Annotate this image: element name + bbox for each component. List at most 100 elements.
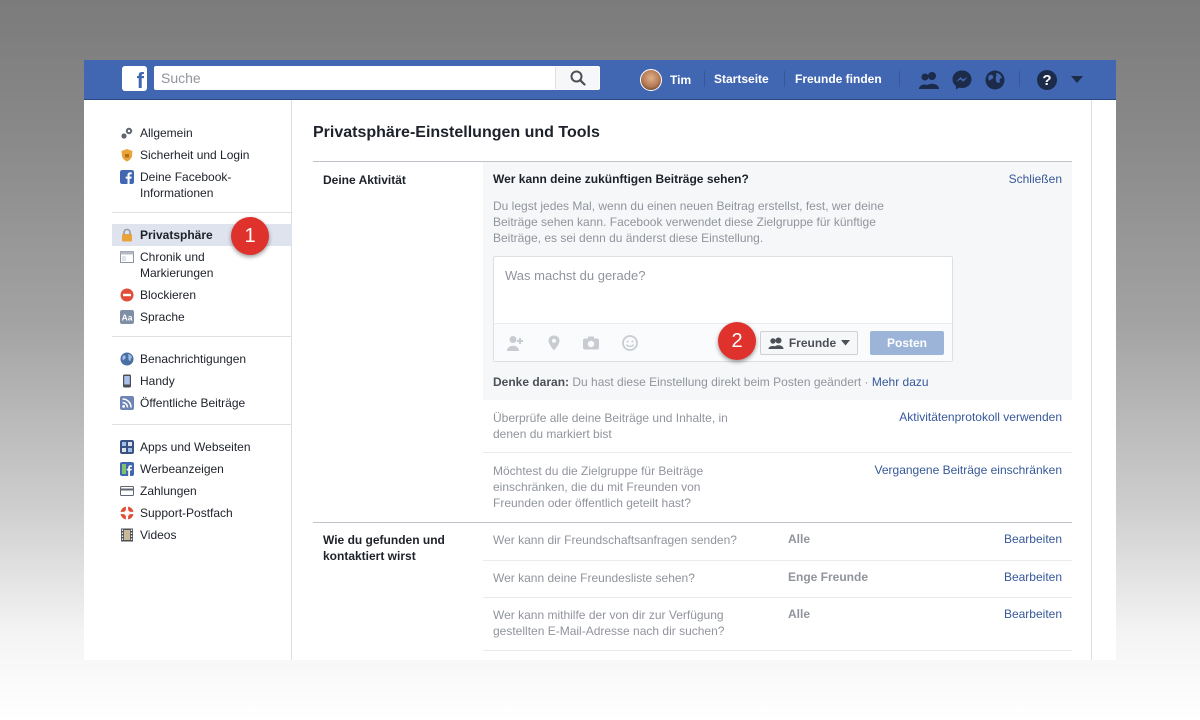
setting-row: Überprüfe alle deine Beiträge und Inhalt… — [483, 400, 1072, 452]
mobile-icon — [123, 374, 131, 388]
timeline-icon — [120, 251, 134, 263]
nav-home-link[interactable]: Startseite — [714, 72, 769, 86]
gear-icon — [121, 127, 133, 139]
setting-row-value: Enge Freunde — [788, 570, 869, 584]
post-button[interactable]: Posten — [870, 331, 944, 355]
sidebar-item-security[interactable]: Sicherheit und Login — [112, 144, 292, 166]
sidebar-divider — [112, 424, 292, 425]
sidebar-item-support-inbox[interactable]: Support-Postfach — [112, 502, 292, 524]
help-button[interactable]: ? — [1035, 68, 1059, 92]
sidebar-item-general[interactable]: Allgemein — [112, 122, 292, 144]
section-label-contact: Wie du gefunden und kontaktiert wirst — [323, 533, 445, 563]
edit-link[interactable]: Bearbeiten — [1004, 607, 1062, 621]
sidebar-item-notifications[interactable]: Benachrichtigungen — [112, 348, 292, 370]
lock-icon — [122, 228, 132, 242]
profile-link[interactable]: Tim — [640, 68, 691, 92]
sidebar-item-blocking[interactable]: Blockieren — [112, 284, 292, 306]
sidebar-item-language[interactable]: Aa Sprache — [112, 306, 292, 328]
sidebar-item-label: Zahlungen — [140, 484, 197, 498]
top-navigation-bar: f Tim Startseite Freunde finden — [84, 60, 1116, 100]
apps-icon — [120, 440, 134, 454]
tag-friends-icon[interactable] — [506, 335, 524, 351]
sidebar-item-label: Benachrichtigungen — [140, 352, 247, 366]
sidebar-item-your-information[interactable]: Deine Facebook-Informationen — [112, 166, 292, 204]
setting-row-text: Wer kann deine Freundesliste sehen? — [493, 571, 695, 585]
location-pin-icon[interactable] — [545, 335, 563, 351]
nav-divider — [1019, 71, 1020, 87]
sidebar-item-label: Sicherheit und Login — [140, 148, 250, 162]
sidebar-item-label: Werbeanzeigen — [140, 462, 224, 476]
search-icon — [570, 70, 586, 86]
audience-label: Freunde — [788, 336, 837, 350]
sidebar-item-label: Chronik und Markierungen — [140, 250, 214, 280]
sidebar-item-public-posts[interactable]: Öffentliche Beiträge — [112, 392, 292, 414]
nav-find-friends-link[interactable]: Freunde finden — [795, 72, 882, 86]
sidebar-item-ads[interactable]: Werbeanzeigen — [112, 458, 292, 480]
sidebar-group-account: Allgemein Sicherheit und Login Deine Fac… — [112, 122, 292, 204]
sidebar-item-label: Privatsphäre — [140, 228, 213, 242]
sidebar-item-label: Videos — [140, 528, 177, 542]
setting-row-value: Alle — [788, 532, 811, 546]
limit-past-posts-link[interactable]: Vergangene Beiträge einschränken — [875, 463, 1062, 477]
nav-divider — [784, 71, 785, 87]
sidebar-group-notifications: Benachrichtigungen Handy Öffentliche Bei… — [112, 348, 292, 414]
sidebar-divider — [112, 336, 292, 337]
sidebar-item-mobile[interactable]: Handy — [112, 370, 292, 392]
setting-row: Wer kann mithilfe der von dir zur Verfüg… — [483, 597, 1072, 650]
setting-row: Möchtest du die Zielgruppe für Beiträge … — [483, 452, 1072, 522]
facebook-logo[interactable]: f — [122, 66, 147, 91]
setting-row-text: Möchtest du die Zielgruppe für Beiträge … — [493, 464, 704, 510]
avatar — [640, 69, 662, 91]
messenger-icon — [952, 70, 972, 90]
sidebar-item-label: Blockieren — [140, 288, 197, 302]
account-menu-button[interactable] — [1065, 68, 1089, 92]
setting-row: Wer kann deine Freundesliste sehen? Enge… — [483, 560, 1072, 597]
content-right-border — [1091, 100, 1092, 660]
settings-main: Privatsphäre-Einstellungen und Tools Dei… — [313, 100, 1073, 660]
activity-log-link[interactable]: Aktivitätenprotokoll verwenden — [899, 410, 1062, 424]
friends-icon — [919, 72, 939, 89]
search-box[interactable] — [154, 66, 600, 90]
sidebar-item-payments[interactable]: Zahlungen — [112, 480, 292, 502]
edit-link[interactable]: Bearbeiten — [1004, 570, 1062, 584]
film-icon — [121, 528, 133, 542]
friend-requests-button[interactable] — [917, 68, 941, 92]
setting-row-value: Alle — [788, 607, 811, 621]
composer-placeholder[interactable]: Was machst du gerade? — [505, 268, 645, 283]
lifebuoy-icon — [120, 506, 134, 520]
search-button[interactable] — [555, 67, 599, 89]
camera-icon[interactable] — [582, 335, 600, 351]
expanded-setting-panel: Wer kann deine zukünftigen Beiträge sehe… — [483, 162, 1072, 400]
sidebar-item-label: Apps und Webseiten — [140, 440, 251, 454]
svg-text:?: ? — [1042, 72, 1051, 89]
section-label-activity: Deine Aktivität — [323, 173, 406, 187]
setting-description: Du legst jedes Mal, wenn du einen neuen … — [493, 199, 884, 245]
facebook-icon — [120, 170, 134, 184]
notifications-button[interactable] — [983, 68, 1007, 92]
reminder-bold: Denke daran: — [493, 375, 570, 389]
settings-sidebar: Allgemein Sicherheit und Login Deine Fac… — [84, 100, 292, 660]
learn-more-link[interactable]: Mehr dazu — [872, 375, 929, 389]
edit-link[interactable]: Bearbeiten — [1004, 532, 1062, 546]
emoji-icon[interactable] — [621, 335, 639, 351]
sidebar-item-videos[interactable]: Videos — [112, 524, 292, 546]
setting-row-text: Wer kann mithilfe der von dir zur Verfüg… — [493, 608, 725, 638]
reminder-text: Denke daran: Du hast diese Einstellung d… — [493, 375, 929, 389]
reminder-body: Du hast diese Einstellung direkt beim Po… — [569, 375, 872, 389]
browser-window: f Tim Startseite Freunde finden — [84, 60, 1116, 660]
sidebar-item-timeline[interactable]: Chronik und Markierungen — [112, 246, 292, 284]
search-input[interactable] — [155, 67, 555, 89]
question-icon: ? — [1037, 70, 1057, 90]
close-link[interactable]: Schließen — [1009, 172, 1062, 186]
card-icon — [120, 486, 134, 496]
sidebar-item-label: Handy — [140, 374, 175, 388]
setting-row-text: Überprüfe alle deine Beiträge und Inhalt… — [493, 411, 728, 441]
row-divider — [483, 650, 1072, 651]
messenger-button[interactable] — [950, 68, 974, 92]
caret-down-icon — [841, 340, 851, 346]
audience-selector-button[interactable]: Freunde — [760, 331, 858, 355]
sidebar-item-apps[interactable]: Apps und Webseiten — [112, 436, 292, 458]
svg-text:Aa: Aa — [122, 313, 133, 323]
language-icon: Aa — [120, 310, 134, 324]
user-name: Tim — [670, 73, 692, 87]
